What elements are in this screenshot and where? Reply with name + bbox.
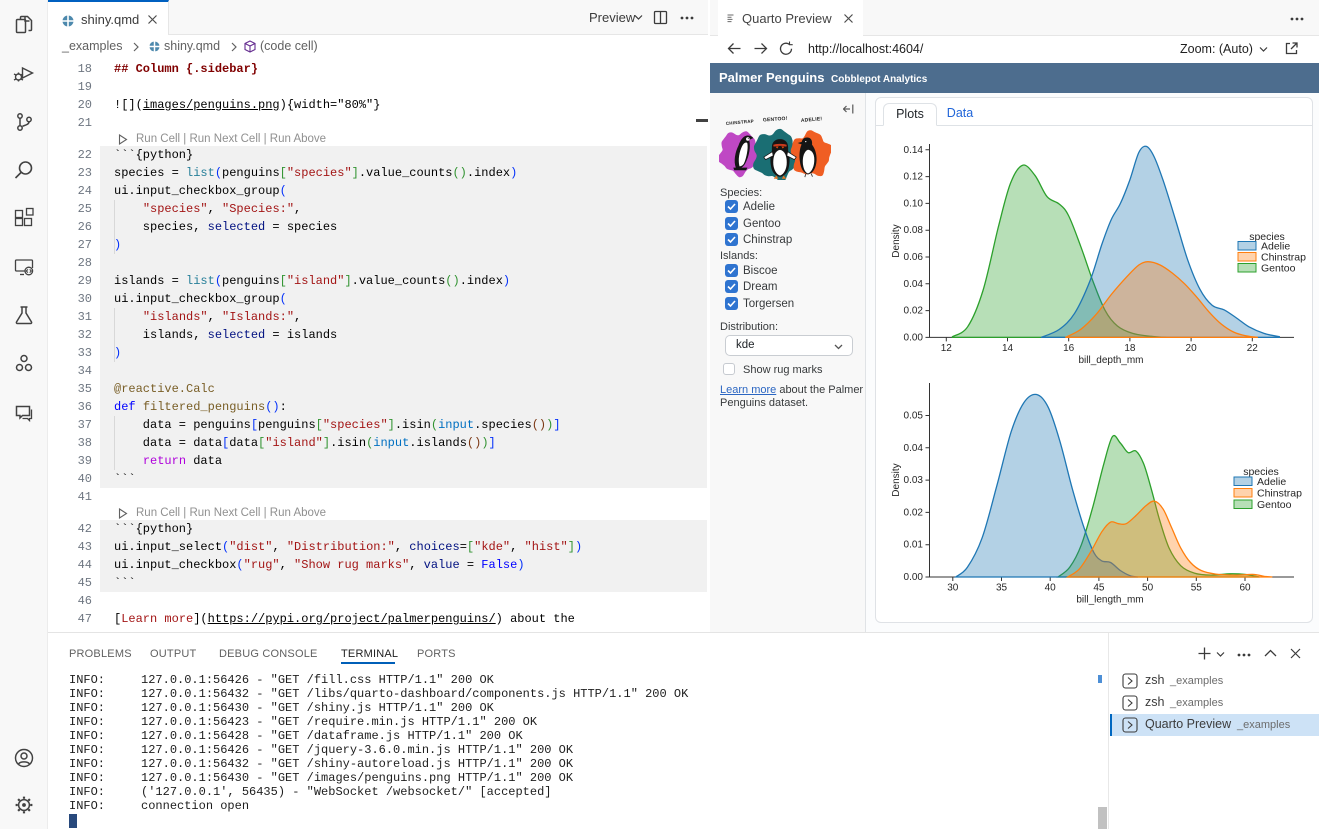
svg-text:18: 18: [1124, 343, 1136, 354]
svg-text:60: 60: [1239, 583, 1251, 594]
svg-text:20: 20: [1186, 343, 1198, 354]
svg-text:ADELIE!: ADELIE!: [801, 116, 823, 124]
svg-text:30: 30: [947, 583, 959, 594]
svg-text:0.03: 0.03: [904, 475, 924, 486]
svg-text:22: 22: [1247, 343, 1259, 354]
svg-text:GENTOO!: GENTOO!: [763, 116, 788, 123]
svg-text:0.01: 0.01: [904, 540, 924, 551]
svg-text:Gentoo: Gentoo: [1257, 499, 1292, 511]
svg-text:CHINSTRAP: CHINSTRAP: [726, 119, 754, 126]
svg-text:55: 55: [1191, 583, 1203, 594]
svg-text:0.06: 0.06: [904, 252, 924, 263]
svg-text:0.04: 0.04: [904, 279, 924, 290]
svg-text:16: 16: [1063, 343, 1075, 354]
svg-text:0.05: 0.05: [904, 411, 924, 422]
svg-text:50: 50: [1142, 583, 1154, 594]
svg-text:40: 40: [1045, 583, 1057, 594]
svg-text:35: 35: [996, 583, 1008, 594]
svg-text:Gentoo: Gentoo: [1261, 263, 1296, 275]
svg-text:45: 45: [1093, 583, 1105, 594]
svg-text:0.00: 0.00: [904, 332, 924, 343]
svg-text:Density: Density: [891, 463, 902, 496]
svg-text:0.14: 0.14: [904, 145, 924, 156]
svg-text:Adelie: Adelie: [1257, 476, 1286, 488]
svg-text:0.08: 0.08: [904, 225, 924, 236]
svg-text:0.04: 0.04: [904, 443, 924, 454]
svg-text:0.10: 0.10: [904, 198, 924, 209]
svg-text:Density: Density: [891, 224, 902, 257]
svg-text:0.12: 0.12: [904, 172, 924, 183]
svg-text:14: 14: [1002, 343, 1014, 354]
svg-text:12: 12: [941, 343, 953, 354]
svg-text:0.00: 0.00: [904, 572, 924, 583]
svg-text:Chinstrap: Chinstrap: [1257, 488, 1302, 500]
svg-text:bill_depth_mm: bill_depth_mm: [1078, 355, 1143, 366]
svg-text:bill_length_mm: bill_length_mm: [1076, 595, 1143, 606]
svg-text:0.02: 0.02: [904, 507, 924, 518]
svg-text:0.02: 0.02: [904, 306, 924, 317]
